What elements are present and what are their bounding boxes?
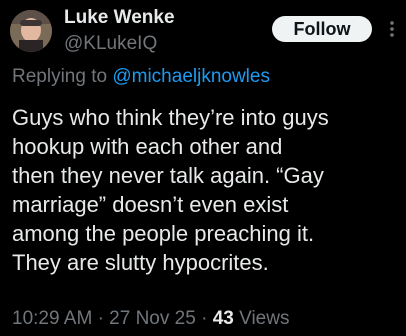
views-count: 43	[212, 308, 234, 329]
author-handle[interactable]: @KLukeIQ	[64, 33, 157, 55]
tweet-header: Luke Wenke @KLukeIQ Follow	[0, 0, 406, 66]
author-name[interactable]: Luke Wenke	[64, 7, 175, 29]
mention-link[interactable]: @michaeljknowles	[112, 66, 270, 87]
tweet-line: marriage” doesn’t even exist	[12, 192, 289, 217]
tweet-line: hookup with each other and	[12, 134, 283, 159]
tweet-line: among the people preaching it.	[12, 221, 315, 246]
tweet-text: Guys who think they’re into guys hookup …	[12, 103, 404, 277]
replying-to: Replying to @michaeljknowles	[12, 66, 270, 88]
follow-button[interactable]: Follow	[272, 16, 372, 42]
more-vertical-icon[interactable]	[384, 18, 400, 40]
avatar-image	[10, 10, 52, 52]
meta-separator: ·	[201, 308, 208, 329]
tweet-date[interactable]: 27 Nov 25	[109, 308, 196, 329]
tweet-line: They are slutty hypocrites.	[12, 250, 269, 275]
tweet-meta: 10:29 AM · 27 Nov 25 · 43 Views	[12, 308, 289, 330]
views-label: Views	[239, 308, 290, 329]
tweet-line: then they never talk again. “Gay	[12, 163, 324, 188]
avatar[interactable]	[10, 10, 52, 52]
replying-to-label: Replying to	[12, 66, 108, 87]
tweet-line: Guys who think they’re into guys	[12, 105, 329, 130]
meta-separator: ·	[97, 308, 104, 329]
tweet-time[interactable]: 10:29 AM	[12, 308, 92, 329]
